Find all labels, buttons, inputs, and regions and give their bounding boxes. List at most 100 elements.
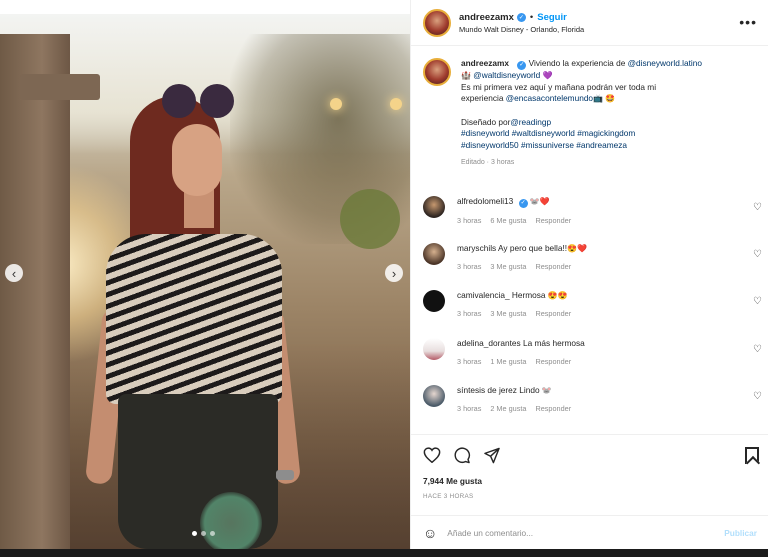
caption-body: andreezamx ✓ Viviendo la experiencia de … [461,58,702,169]
comment-text: Lindo [519,385,540,395]
action-icons [423,447,501,464]
comment-content: síntesis de jerez Lindo 🐭 3 horas 2 Me g… [457,385,571,413]
comment-likes[interactable]: 3 Me gusta [490,262,526,271]
caption-avatar[interactable] [423,58,451,86]
comment-bubble-icon[interactable] [453,447,471,464]
commenter-avatar[interactable] [423,290,445,312]
author-avatar[interactable] [423,8,451,37]
post-location[interactable]: Mundo Walt Disney - Orlando, Florida [459,25,584,34]
reply-button[interactable]: Responder [535,404,571,413]
mention-link[interactable]: @encasacontelemundo [506,93,593,103]
comment-body: síntesis de jerez Lindo 🐭 [457,385,571,396]
comment-meta: 3 horas 1 Me gusta Responder [457,357,585,366]
reply-button[interactable]: Responder [535,262,571,271]
header-line: andreezamx ✓ • Seguir [459,12,584,23]
carousel-dot [201,531,206,536]
chevron-left-icon: ‹ [11,265,17,281]
purple-heart-emoji-icon: 💜 [542,71,553,81]
comment-content: alfredolomeli13 ✓ 🐭❤️ 3 horas 6 Me gusta… [457,196,571,225]
commenter-username[interactable]: alfredolomeli13 [457,196,513,206]
comment-emoji: 😍❤️ [567,244,588,253]
comment-text: La más hermosa [522,338,585,348]
reply-button[interactable]: Responder [535,357,571,366]
like-comment-heart-icon[interactable]: ♡ [753,344,762,355]
comment-body: camivalencia_ Hermosa 😍😍 [457,290,571,301]
follow-button[interactable]: Seguir [537,12,567,23]
subject-watch [276,470,294,480]
save-bookmark-icon[interactable] [745,447,759,464]
comment-likes[interactable]: 2 Me gusta [490,404,526,413]
caption-line-2: 🏰 @waltdisneyworld 💜 [461,70,702,82]
post-photo[interactable] [0,14,410,549]
caption-text: Viviendo la experiencia de [528,58,628,68]
comment-time: 3 horas [457,357,482,366]
author-username[interactable]: andreezamx [459,12,514,23]
commenter-avatar[interactable] [423,243,445,265]
commenter-avatar[interactable] [423,196,445,218]
mention-link[interactable]: @readingp [510,117,551,127]
mention-link[interactable]: @waltdisneyworld [473,70,540,80]
comment-likes[interactable]: 3 Me gusta [490,309,526,318]
hashtags-line-2[interactable]: #disneyworld50 #missuniverse #andreameza [461,140,702,152]
comment-time: 3 horas [457,262,482,271]
caption-line-4: experiencia @encasacontelemundo📺 🤩 [461,93,702,105]
like-comment-heart-icon[interactable]: ♡ [753,296,762,307]
mouse-ear-right [200,84,234,118]
commenter-username[interactable]: camivalencia_ [457,290,510,300]
share-send-icon[interactable] [483,447,501,464]
like-comment-heart-icon[interactable]: ♡ [753,202,762,213]
verified-badge-icon: ✓ [516,12,526,22]
photo-column-cap [20,74,100,100]
comment-meta: 3 horas 6 Me gusta Responder [457,216,571,225]
hashtags-line-1[interactable]: #disneyworld #waltdisneyworld #magicking… [461,128,702,140]
reply-button[interactable]: Responder [535,309,571,318]
comment-content: maryschils Ay pero que bella!!😍❤️ 3 hora… [457,243,587,271]
caption-text: Diseñado por [461,116,511,127]
commenter-avatar[interactable] [423,385,445,407]
post-actions: 7,944 Me gusta HACE 3 HORAS [411,434,768,500]
comment-input[interactable] [447,527,688,538]
likes-count[interactable]: 7,944 Me gusta [423,476,482,486]
carousel-prev-button[interactable]: ‹ [5,264,23,282]
carousel-dot [210,531,215,536]
comment-item: adelina_dorantes La más hermosa 3 horas … [423,338,768,366]
header-separator: • [529,11,534,23]
commenter-username[interactable]: síntesis de jerez [457,385,517,395]
reply-button[interactable]: Responder [535,216,571,225]
comment-item: síntesis de jerez Lindo 🐭 3 horas 2 Me g… [423,385,768,413]
comment-likes[interactable]: 6 Me gusta [490,216,526,225]
commenter-username[interactable]: maryschils [457,243,496,253]
like-comment-heart-icon[interactable]: ♡ [753,391,762,402]
commenter-avatar[interactable] [423,338,445,360]
verified-badge-icon: ✓ [517,61,527,71]
emoji-picker-icon[interactable]: ☺ [423,525,437,541]
post-side-panel: andreezamx ✓ • Seguir Mundo Walt Disney … [410,0,768,549]
comment-body: maryschils Ay pero que bella!!😍❤️ [457,243,587,254]
comment-emoji: 🐭 [541,386,552,395]
mouse-ear-left [162,84,196,118]
comment-content: camivalencia_ Hermosa 😍😍 3 horas 3 Me gu… [457,290,571,318]
caption-line-1: andreezamx ✓ Viviendo la experiencia de … [461,58,702,71]
photo-hedge [340,189,400,249]
mention-link[interactable]: @disneyworld.latino [628,58,702,68]
carousel-next-button[interactable]: › [385,264,403,282]
comment-meta: 3 horas 3 Me gusta Responder [457,262,587,271]
subject-face [172,124,222,196]
comment-item: camivalencia_ Hermosa 😍😍 3 horas 3 Me gu… [423,290,768,318]
like-heart-icon[interactable] [423,447,441,463]
more-options-icon[interactable]: ••• [739,14,757,30]
like-comment-heart-icon[interactable]: ♡ [753,249,762,260]
commenter-username[interactable]: adelina_dorantes [457,338,521,348]
header-text: andreezamx ✓ • Seguir Mundo Walt Disney … [459,12,584,34]
photo-subject [84,84,302,549]
post-header: andreezamx ✓ • Seguir Mundo Walt Disney … [411,0,768,46]
comment-item: alfredolomeli13 ✓ 🐭❤️ 3 horas 6 Me gusta… [423,196,768,225]
post-time-ago: HACE 3 HORAS [423,493,474,500]
post-caption: andreezamx ✓ Viviendo la experiencia de … [423,58,759,169]
caption-username[interactable]: andreezamx [461,58,509,68]
caption-meta: Editado · 3 horas [461,159,515,167]
comment-likes[interactable]: 1 Me gusta [490,357,526,366]
photo-lamp [330,98,342,110]
publish-button[interactable]: Publicar [724,528,757,538]
